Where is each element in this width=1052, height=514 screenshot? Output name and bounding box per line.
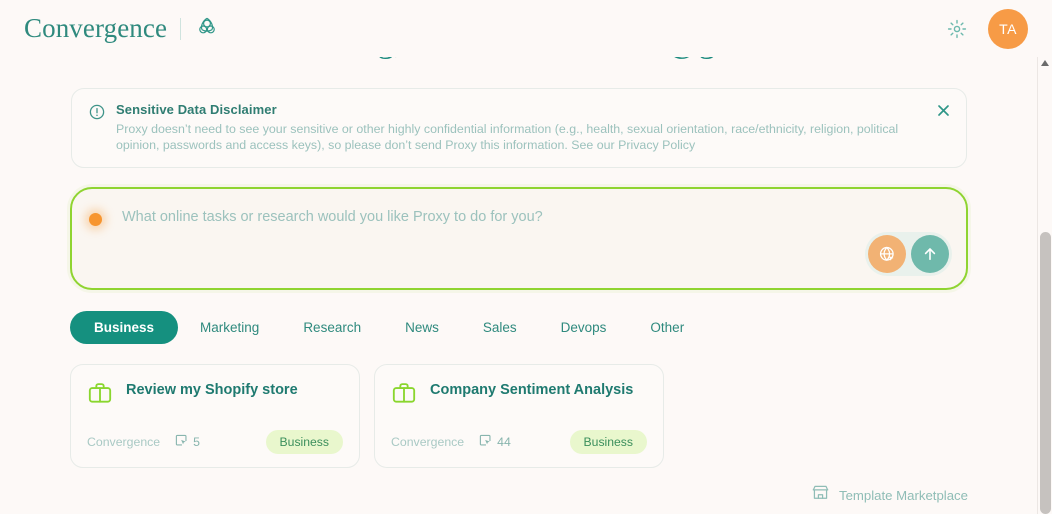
- card-category-badge: Business: [569, 430, 647, 454]
- tab-sales[interactable]: Sales: [461, 311, 539, 344]
- prompt-action-group: [865, 232, 952, 276]
- briefcase-icon: [391, 380, 417, 411]
- template-card[interactable]: Review my Shopify store Convergence 5 Bu…: [70, 364, 360, 468]
- top-bar: Convergence TA: [0, 0, 1052, 57]
- tab-research[interactable]: Research: [281, 311, 383, 344]
- cursor-click-icon: [479, 434, 492, 450]
- card-source: Convergence: [391, 435, 465, 449]
- template-card-list: Review my Shopify store Convergence 5 Bu…: [70, 364, 1038, 468]
- card-title: Review my Shopify store: [126, 382, 298, 398]
- brand-divider: [180, 17, 182, 40]
- card-run-count-value: 5: [193, 435, 200, 449]
- disclaimer-text-block: Sensitive Data Disclaimer Proxy doesn’t …: [116, 102, 924, 153]
- card-header: Company Sentiment Analysis: [391, 380, 647, 411]
- tab-devops[interactable]: Devops: [539, 311, 629, 344]
- category-tabs: Business Marketing Research News Sales D…: [70, 311, 1038, 344]
- scrollbar-thumb[interactable]: [1040, 232, 1051, 514]
- template-marketplace-link[interactable]: Template Marketplace: [0, 483, 968, 507]
- top-bar-actions: TA: [944, 8, 1028, 49]
- card-header: Review my Shopify store: [87, 380, 343, 411]
- tab-marketing[interactable]: Marketing: [178, 311, 281, 344]
- card-run-count-value: 44: [497, 435, 511, 449]
- disclaimer-title: Sensitive Data Disclaimer: [116, 102, 277, 117]
- prompt-input[interactable]: [122, 209, 912, 225]
- template-card[interactable]: Company Sentiment Analysis Convergence 4…: [374, 364, 664, 468]
- tab-news[interactable]: News: [383, 311, 461, 344]
- card-meta: Convergence 44 Business: [391, 430, 647, 454]
- page-content: Good morning, anuradha.sudhakar@gmail.co…: [0, 57, 1038, 507]
- sensitive-data-disclaimer: Sensitive Data Disclaimer Proxy doesn’t …: [71, 88, 967, 168]
- arrow-up-icon[interactable]: [911, 235, 949, 273]
- sun-icon[interactable]: [944, 16, 970, 42]
- triquetra-logo-icon: [194, 13, 220, 44]
- card-run-count: 5: [175, 434, 200, 450]
- card-source: Convergence: [87, 435, 161, 449]
- storefront-icon: [811, 483, 830, 507]
- orange-status-dot: [89, 213, 102, 226]
- globe-cursor-icon[interactable]: [868, 235, 906, 273]
- card-meta: Convergence 5 Business: [87, 430, 343, 454]
- card-run-count: 44: [479, 434, 511, 450]
- brand-logo[interactable]: Convergence: [24, 13, 220, 44]
- card-title: Company Sentiment Analysis: [430, 382, 634, 398]
- brand-name: Convergence: [24, 13, 168, 43]
- scroll-up-arrow-icon[interactable]: [1041, 60, 1049, 66]
- cursor-click-icon: [175, 434, 188, 450]
- briefcase-icon: [87, 380, 113, 411]
- page-title: Good morning, anuradha.sudhakar@gmail.co…: [0, 57, 1038, 61]
- avatar[interactable]: TA: [988, 8, 1028, 49]
- disclaimer-body: Proxy doesn’t need to see your sensitive…: [116, 122, 899, 152]
- card-category-badge: Business: [265, 430, 343, 454]
- greeting-clip: Good morning, anuradha.sudhakar@gmail.co…: [0, 57, 1038, 71]
- vertical-scrollbar[interactable]: [1037, 57, 1052, 514]
- close-icon[interactable]: [930, 97, 956, 123]
- info-circle-icon: [89, 102, 105, 153]
- tab-other[interactable]: Other: [628, 311, 706, 344]
- template-marketplace-label: Template Marketplace: [838, 487, 968, 503]
- page-scroll-viewport: Good morning, anuradha.sudhakar@gmail.co…: [0, 57, 1052, 514]
- prompt-composer[interactable]: [70, 187, 968, 290]
- tab-business[interactable]: Business: [70, 311, 179, 344]
